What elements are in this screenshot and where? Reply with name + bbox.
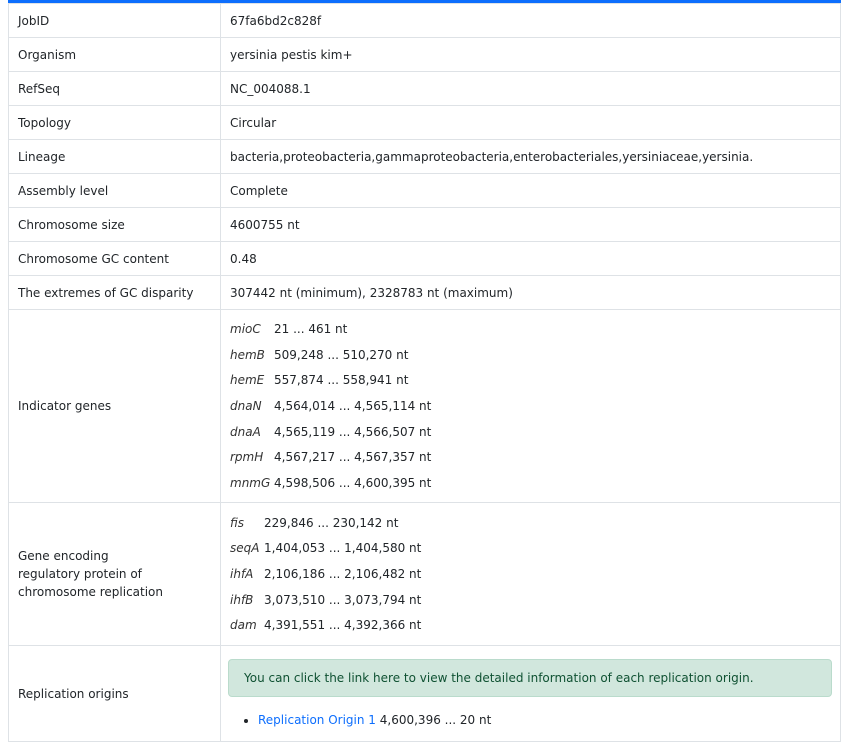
gene-item: seqA 1,404,053 ... 1,404,580 nt (230, 536, 830, 562)
gene-name: mioC (230, 322, 261, 337)
gene-name: dnaA (230, 424, 261, 439)
gene-range: 229,846 ... 230,142 nt (264, 515, 399, 530)
row-key: Replication origins (8, 645, 221, 742)
row-value: 4600755 nt (220, 207, 841, 242)
gene-item: ihfA 2,106,186 ... 2,106,482 nt (230, 561, 830, 587)
gene-item: dnaN 4,564,014 ... 4,565,114 nt (230, 393, 830, 419)
gene-range: 4,391,551 ... 4,392,366 nt (264, 618, 422, 633)
row-value: NC_004088.1 (220, 71, 841, 106)
origins-cell: You can click the link here to view the … (220, 645, 841, 742)
gene-range: 3,073,510 ... 3,073,794 nt (264, 592, 422, 607)
origin-link[interactable]: Replication Origin 1 (258, 713, 376, 727)
indicator-gene-list: mioC 21 ... 461 nt hemB 509,248 ... 510,… (220, 309, 841, 503)
row-indicator-genes: Indicator genes mioC 21 ... 461 nt hemB … (8, 309, 841, 503)
row-key-line: chromosome replication (18, 585, 164, 599)
gene-range: 557,874 ... 558,941 nt (274, 373, 409, 388)
gene-name: dnaN (230, 399, 262, 413)
row-key: Organism (8, 37, 221, 72)
row-value: yersinia pestis kim+ (220, 37, 841, 72)
gene-range: 21 ... 461 nt (274, 322, 348, 337)
row-key: Chromosome GC content (8, 241, 221, 276)
info-alert: You can click the link here to view the … (228, 658, 832, 697)
origin-list: Replication Origin 1 4,600,396 ... 20 nt (230, 711, 830, 729)
gene-range: 4,565,119 ... 4,566,507 nt (274, 424, 432, 439)
gene-name: rpmH (230, 450, 264, 465)
job-info-table: JobID 67fa6bd2c828f Organism yersinia pe… (8, 3, 841, 742)
row-value: Circular (220, 105, 841, 140)
gene-item: dam 4,391,551 ... 4,392,366 nt (230, 612, 830, 638)
gene-range: 1,404,053 ... 1,404,580 nt (264, 541, 422, 556)
row-key-line: regulatory protein of (18, 567, 142, 581)
row-key: Chromosome size (8, 207, 221, 242)
origin-range: 4,600,396 ... 20 nt (379, 712, 492, 727)
gene-item: hemB 509,248 ... 510,270 nt (230, 342, 830, 368)
gene-range: 4,567,217 ... 4,567,357 nt (274, 450, 432, 465)
row-regulatory-genes: Gene encoding regulatory protein of chro… (8, 502, 841, 646)
row-gc-disparity: The extremes of GC disparity 307442 nt (… (8, 275, 841, 310)
gene-name: hemB (230, 347, 265, 362)
gene-item: rpmH 4,567,217 ... 4,567,357 nt (230, 444, 830, 470)
gene-name: seqA (230, 541, 260, 556)
row-chromosome-size: Chromosome size 4600755 nt (8, 207, 841, 242)
gene-name: ihfB (230, 592, 254, 607)
row-value: 0.48 (220, 241, 841, 276)
gene-item: fis 229,846 ... 230,142 nt (230, 510, 830, 536)
row-key: The extremes of GC disparity (8, 275, 221, 310)
row-value: bacteria,proteobacteria,gammaproteobacte… (220, 139, 841, 174)
row-jobid: JobID 67fa6bd2c828f (8, 3, 841, 38)
row-key: Indicator genes (8, 309, 221, 503)
origin-item: Replication Origin 1 4,600,396 ... 20 nt (258, 711, 830, 729)
row-topology: Topology Circular (8, 105, 841, 140)
row-organism: Organism yersinia pestis kim+ (8, 37, 841, 72)
row-replication-origins: Replication origins You can click the li… (8, 645, 841, 742)
gene-item: mnmG 4,598,506 ... 4,600,395 nt (230, 470, 830, 496)
gene-item: dnaA 4,565,119 ... 4,566,507 nt (230, 419, 830, 445)
gene-name: dam (230, 618, 257, 633)
gene-item: mioC 21 ... 461 nt (230, 316, 830, 342)
row-assembly-level: Assembly level Complete (8, 173, 841, 208)
row-key: Assembly level (8, 173, 221, 208)
gene-name: ihfA (230, 567, 254, 581)
gene-item: ihfB 3,073,510 ... 3,073,794 nt (230, 587, 830, 613)
row-key: Gene encoding regulatory protein of chro… (8, 502, 221, 646)
gene-name: hemE (230, 373, 265, 388)
row-refseq: RefSeq NC_004088.1 (8, 71, 841, 106)
row-key-line: Gene encoding (18, 549, 109, 563)
gene-range: 509,248 ... 510,270 nt (274, 347, 409, 362)
row-lineage: Lineage bacteria,proteobacteria,gammapro… (8, 139, 841, 174)
row-key: RefSeq (8, 71, 221, 106)
gene-range: 2,106,186 ... 2,106,482 nt (264, 567, 422, 581)
gene-item: hemE 557,874 ... 558,941 nt (230, 368, 830, 394)
gene-range: 4,564,014 ... 4,565,114 nt (274, 399, 432, 413)
row-value: 307442 nt (minimum), 2328783 nt (maximum… (220, 275, 841, 310)
gene-name: mnmG (230, 475, 271, 490)
row-key: JobID (8, 3, 221, 38)
row-key: Lineage (8, 139, 221, 174)
row-value: Complete (220, 173, 841, 208)
row-value: 67fa6bd2c828f (220, 3, 841, 38)
regulatory-gene-list: fis 229,846 ... 230,142 nt seqA 1,404,05… (220, 502, 841, 646)
gene-name: fis (230, 515, 245, 530)
row-gc-content: Chromosome GC content 0.48 (8, 241, 841, 276)
row-key: Topology (8, 105, 221, 140)
gene-range: 4,598,506 ... 4,600,395 nt (274, 475, 432, 490)
